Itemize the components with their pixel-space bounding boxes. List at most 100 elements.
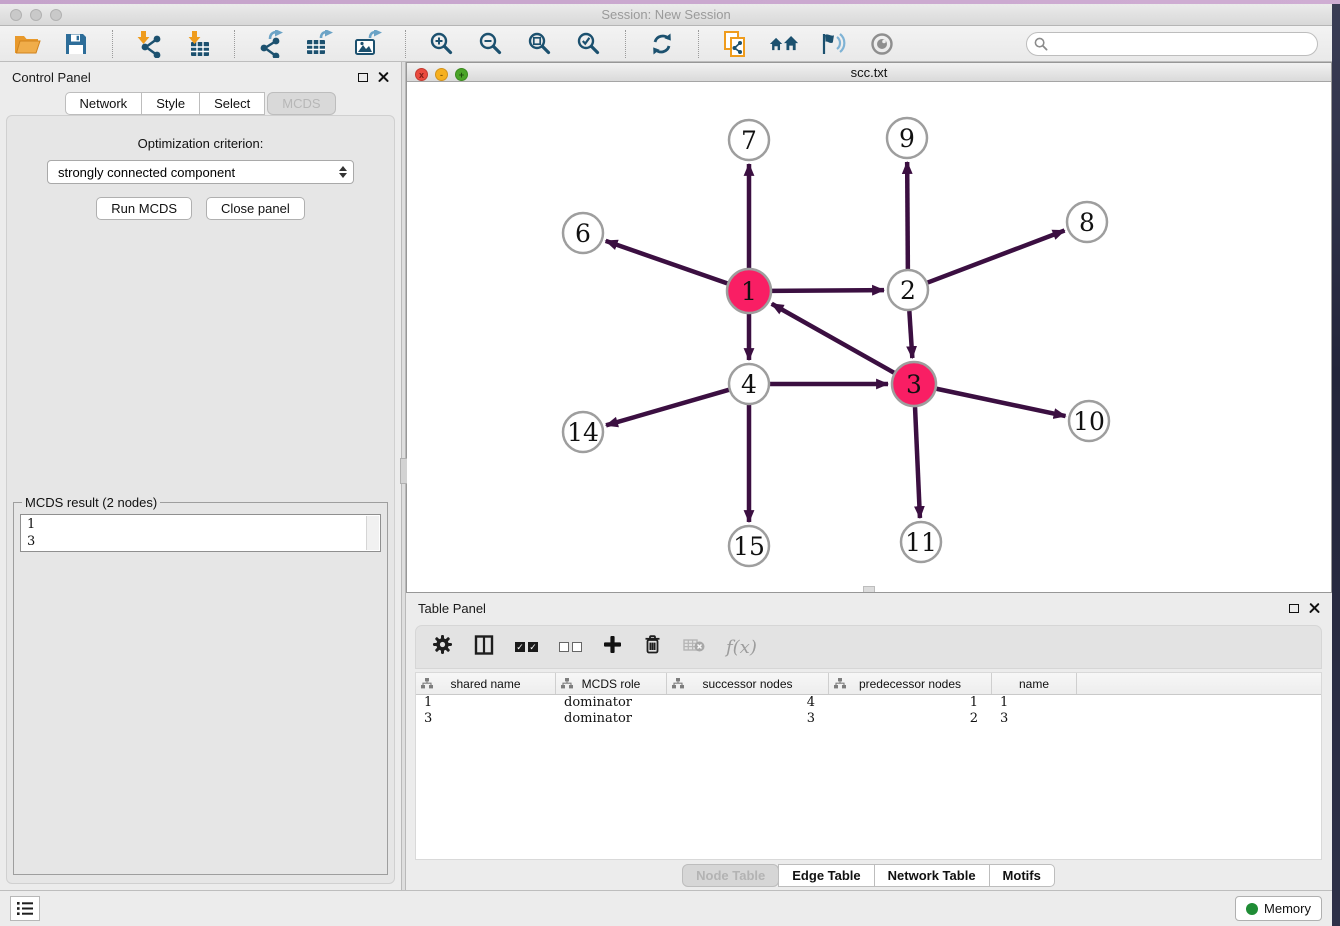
edge-2-8[interactable]	[928, 231, 1065, 283]
tab-edge-table[interactable]: Edge Table	[778, 864, 874, 887]
unselect-all-columns-icon[interactable]	[559, 642, 582, 652]
mcds-result-text: 1 3	[21, 515, 380, 551]
close-window-button[interactable]	[10, 9, 22, 21]
tab-network-table[interactable]: Network Table	[874, 864, 990, 887]
float-panel-icon[interactable]	[358, 73, 368, 82]
node-1[interactable]: 1	[727, 269, 771, 313]
clone-network-icon[interactable]	[720, 29, 750, 59]
cell-successor-nodes[interactable]: 4	[667, 695, 829, 711]
optimization-criterion-dropdown[interactable]: strongly connected component	[47, 160, 354, 184]
edge-2-9[interactable]	[907, 162, 908, 269]
zoom-out-icon[interactable]	[476, 29, 506, 59]
float-table-panel-icon[interactable]	[1289, 604, 1299, 613]
node-2[interactable]: 2	[888, 270, 928, 310]
edge-3-10[interactable]	[937, 389, 1066, 416]
dropdown-stepper-icon	[339, 166, 347, 178]
network-canvas[interactable]: 7 9 6 8 1 2 4 3 14 10 15 11	[407, 82, 1331, 592]
cell-name[interactable]: 3	[992, 711, 1077, 727]
export-image-icon[interactable]	[354, 29, 384, 59]
node-14[interactable]: 14	[563, 412, 603, 452]
run-mcds-button[interactable]: Run MCDS	[96, 197, 192, 220]
home-networks-icon[interactable]	[769, 29, 799, 59]
table-row[interactable]: 3dominator323	[416, 711, 1321, 727]
node-6[interactable]: 6	[563, 213, 603, 253]
hide-graphics-details-icon[interactable]	[818, 29, 848, 59]
cell-successor-nodes[interactable]: 3	[667, 711, 829, 727]
column-header-name[interactable]: name	[992, 673, 1077, 694]
edge-1-2[interactable]	[772, 290, 884, 291]
column-header-mcds-role[interactable]: MCDS role	[556, 673, 667, 694]
column-header-predecessor-nodes[interactable]: predecessor nodes	[829, 673, 992, 694]
show-column-panel-icon[interactable]	[474, 635, 494, 660]
cell-mcds-role[interactable]: dominator	[556, 711, 667, 727]
minimize-window-button[interactable]	[30, 9, 42, 21]
zoom-window-button[interactable]	[50, 9, 62, 21]
node-table: shared nameMCDS rolesuccessor nodesprede…	[415, 672, 1322, 860]
table-row[interactable]: 1dominator411	[416, 695, 1321, 711]
table-settings-gear-icon[interactable]	[432, 634, 453, 660]
cell-predecessor-nodes[interactable]: 2	[829, 711, 992, 727]
open-session-icon[interactable]	[12, 29, 42, 59]
result-scrollbar[interactable]	[366, 516, 379, 550]
main-area: Control Panel NetworkStyleSelectMCDS Opt…	[0, 62, 1332, 890]
function-builder-icon[interactable]: f(x)	[726, 637, 757, 658]
network-window-titlebar: x - + scc.txt	[407, 63, 1331, 82]
table-panel-header: Table Panel	[406, 593, 1332, 623]
task-history-button[interactable]	[10, 896, 40, 921]
import-network-icon[interactable]	[134, 29, 164, 59]
edge-3-1[interactable]	[772, 304, 894, 373]
node-10[interactable]: 10	[1069, 401, 1109, 441]
tab-select[interactable]: Select	[199, 92, 265, 115]
node-15[interactable]: 15	[729, 526, 769, 566]
cell-name[interactable]: 1	[992, 695, 1077, 711]
network-zoom-button[interactable]: +	[455, 68, 468, 81]
cell-mcds-role[interactable]: dominator	[556, 695, 667, 711]
table-empty-space	[416, 727, 1321, 859]
edge-2-3[interactable]	[909, 311, 912, 358]
close-panel-icon[interactable]	[378, 72, 389, 83]
save-session-icon[interactable]	[61, 29, 91, 59]
search-field-wrap	[1026, 32, 1318, 56]
cell-shared-name[interactable]: 1	[416, 695, 556, 711]
tab-motifs[interactable]: Motifs	[989, 864, 1055, 887]
refresh-icon[interactable]	[647, 29, 677, 59]
optimization-criterion-label: Optimization criterion:	[7, 136, 394, 151]
delete-column-icon[interactable]	[683, 637, 705, 658]
cell-predecessor-nodes[interactable]: 1	[829, 695, 992, 711]
vertical-splitter[interactable]	[401, 62, 406, 890]
close-table-panel-icon[interactable]	[1309, 603, 1320, 614]
control-panel-header: Control Panel	[0, 62, 401, 92]
show-hide-eye-icon[interactable]	[867, 29, 897, 59]
delete-row-icon[interactable]	[643, 634, 662, 660]
close-panel-button[interactable]: Close panel	[206, 197, 305, 220]
node-11[interactable]: 11	[901, 522, 941, 562]
column-header-successor-nodes[interactable]: successor nodes	[667, 673, 829, 694]
tab-mcds[interactable]: MCDS	[267, 92, 335, 115]
cell-shared-name[interactable]: 3	[416, 711, 556, 727]
tab-node-table[interactable]: Node Table	[682, 864, 779, 887]
edge-4-14[interactable]	[606, 390, 729, 426]
node-9[interactable]: 9	[887, 118, 927, 158]
edge-1-6[interactable]	[606, 241, 728, 283]
tab-style[interactable]: Style	[141, 92, 200, 115]
node-4[interactable]: 4	[729, 364, 769, 404]
column-header-shared-name[interactable]: shared name	[416, 673, 556, 694]
zoom-in-icon[interactable]	[427, 29, 457, 59]
network-minimize-button[interactable]: -	[435, 68, 448, 81]
node-3[interactable]: 3	[892, 362, 936, 406]
export-table-icon[interactable]	[305, 29, 335, 59]
add-row-icon[interactable]	[603, 635, 622, 659]
memory-button[interactable]: Memory	[1235, 896, 1322, 921]
node-7[interactable]: 7	[729, 120, 769, 160]
select-all-columns-icon[interactable]: ✓✓	[515, 642, 538, 652]
network-close-button[interactable]: x	[415, 68, 428, 81]
tab-network[interactable]: Network	[65, 92, 143, 115]
zoom-fit-icon[interactable]	[525, 29, 555, 59]
zoom-selected-icon[interactable]	[574, 29, 604, 59]
import-table-icon[interactable]	[183, 29, 213, 59]
node-8[interactable]: 8	[1067, 202, 1107, 242]
edge-3-11[interactable]	[915, 407, 920, 518]
export-network-icon[interactable]	[256, 29, 286, 59]
canvas-splitter-handle[interactable]	[863, 586, 875, 592]
search-input[interactable]	[1026, 32, 1318, 56]
